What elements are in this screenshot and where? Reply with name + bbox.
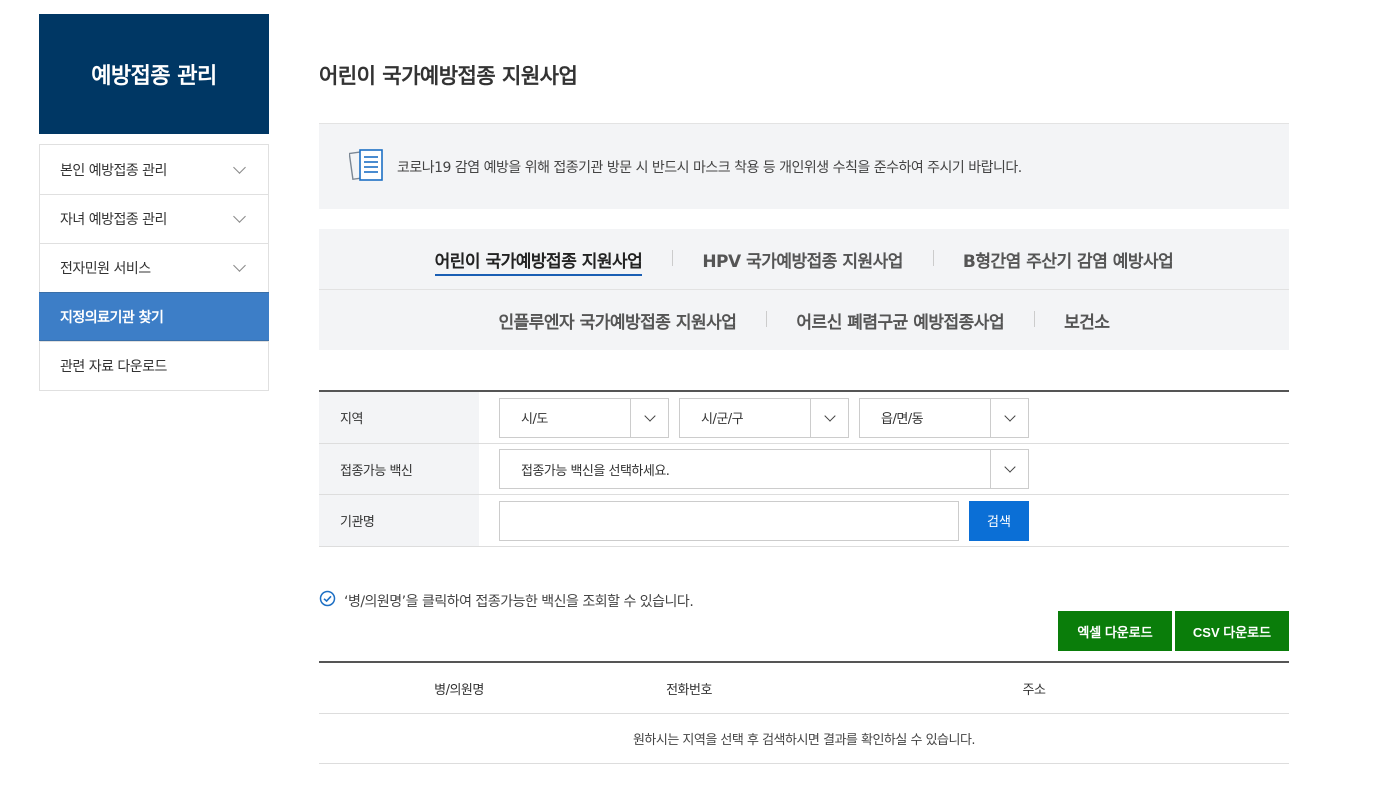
chevron-down-icon (990, 398, 1028, 437)
sidebar-item-label: 관련 자료 다운로드 (60, 359, 167, 375)
notice-box: 코로나19 감염 예방을 위해 접종기관 방문 시 반드시 마스크 착용 등 개… (319, 123, 1289, 209)
table-header: 병/의원명 전화번호 주소 (319, 663, 1289, 714)
tab-pneumococcal[interactable]: 어르신 폐렴구균 예방접종사업 (766, 308, 1034, 333)
sidebar-item-label: 지정의료기관 찾기 (60, 309, 164, 326)
chevron-down-icon (630, 398, 668, 437)
search-button[interactable]: 검색 (969, 500, 1029, 541)
tab-hepatitis-b[interactable]: B형간염 주산기 감염 예방사업 (932, 247, 1203, 272)
sidebar-menu: 본인 예방접종 관리 자녀 예방접종 관리 전자민원 서비스 지정의료기관 찾기… (39, 144, 269, 391)
sidebar-item-find-clinic[interactable]: 지정의료기관 찾기 (39, 292, 269, 341)
search-form: 지역 시/도 시/군/구 읍/면/동 접종가능 백신 접종가능 백신을 선택하세… (319, 390, 1289, 547)
vaccine-label: 접종가능 백신 (319, 444, 479, 494)
check-circle-icon (319, 590, 336, 611)
sidebar-item-label: 자녀 예방접종 관리 (60, 212, 167, 228)
org-label: 기관명 (319, 495, 479, 546)
tab-row: 인플루엔자 국가예방접종 지원사업 어르신 폐렴구균 예방접종사업 보건소 (319, 289, 1289, 350)
empty-message: 원하시는 지역을 선택 후 검색하시면 결과를 확인하실 수 있습니다. (319, 714, 1289, 764)
region-label: 지역 (319, 392, 479, 443)
chevron-down-icon (990, 450, 1028, 488)
form-row-org: 기관명 검색 (319, 495, 1289, 547)
sidebar-item-child-vaccination[interactable]: 자녀 예방접종 관리 (40, 194, 268, 243)
sidebar: 예방접종 관리 본인 예방접종 관리 자녀 예방접종 관리 전자민원 서비스 지… (39, 14, 269, 391)
form-row-region: 지역 시/도 시/군/구 읍/면/동 (319, 392, 1289, 444)
tab-influenza[interactable]: 인플루엔자 국가예방접종 지원사업 (468, 308, 766, 333)
chevron-down-icon (233, 259, 246, 272)
hint: ‘병/의원명’을 클릭하여 접종가능한 백신을 조회할 수 있습니다. (319, 590, 694, 611)
eupmyeondong-select[interactable]: 읍/면/동 (859, 397, 1029, 438)
form-row-vaccine: 접종가능 백신 접종가능 백신을 선택하세요. (319, 444, 1289, 495)
excel-download-button[interactable]: 엑셀 다운로드 (1058, 611, 1172, 651)
hint-text: ‘병/의원명’을 클릭하여 접종가능한 백신을 조회할 수 있습니다. (344, 593, 694, 610)
column-header-clinic: 병/의원명 (434, 682, 484, 698)
document-icon (348, 148, 385, 186)
sidebar-title: 예방접종 관리 (39, 14, 269, 134)
chevron-down-icon (233, 160, 246, 174)
download-buttons: 엑셀 다운로드 CSV 다운로드 (1058, 611, 1289, 651)
sidebar-item-my-vaccination[interactable]: 본인 예방접종 관리 (40, 145, 268, 194)
sigungu-select[interactable]: 시/군/구 (679, 397, 849, 438)
org-name-input[interactable] (499, 500, 959, 541)
chevron-down-icon (233, 210, 246, 223)
tab-hpv[interactable]: HPV 국가예방접종 지원사업 (672, 247, 933, 272)
column-header-phone: 전화번호 (666, 682, 712, 698)
results-table: 병/의원명 전화번호 주소 원하시는 지역을 선택 후 검색하시면 결과를 확인… (319, 661, 1289, 764)
sido-select[interactable]: 시/도 (499, 397, 669, 438)
tab-child-vaccination[interactable]: 어린이 국가예방접종 지원사업 (405, 247, 673, 276)
tab-row: 어린이 국가예방접종 지원사업 HPV 국가예방접종 지원사업 B형간염 주산기… (319, 229, 1289, 289)
sidebar-item-e-petition[interactable]: 전자민원 서비스 (40, 243, 268, 292)
sidebar-item-label: 본인 예방접종 관리 (60, 162, 167, 179)
vaccine-select[interactable]: 접종가능 백신을 선택하세요. (499, 449, 1029, 489)
column-header-address: 주소 (1022, 682, 1046, 698)
sidebar-item-downloads[interactable]: 관련 자료 다운로드 (40, 341, 268, 390)
sidebar-item-label: 전자민원 서비스 (60, 261, 151, 277)
program-tabs: 어린이 국가예방접종 지원사업 HPV 국가예방접종 지원사업 B형간염 주산기… (319, 229, 1289, 350)
page-title: 어린이 국가예방접종 지원사업 (319, 64, 578, 88)
chevron-down-icon (810, 398, 848, 437)
notice-text: 코로나19 감염 예방을 위해 접종기관 방문 시 반드시 마스크 착용 등 개… (397, 159, 1022, 176)
tab-health-center[interactable]: 보건소 (1034, 308, 1139, 333)
csv-download-button[interactable]: CSV 다운로드 (1175, 611, 1289, 651)
